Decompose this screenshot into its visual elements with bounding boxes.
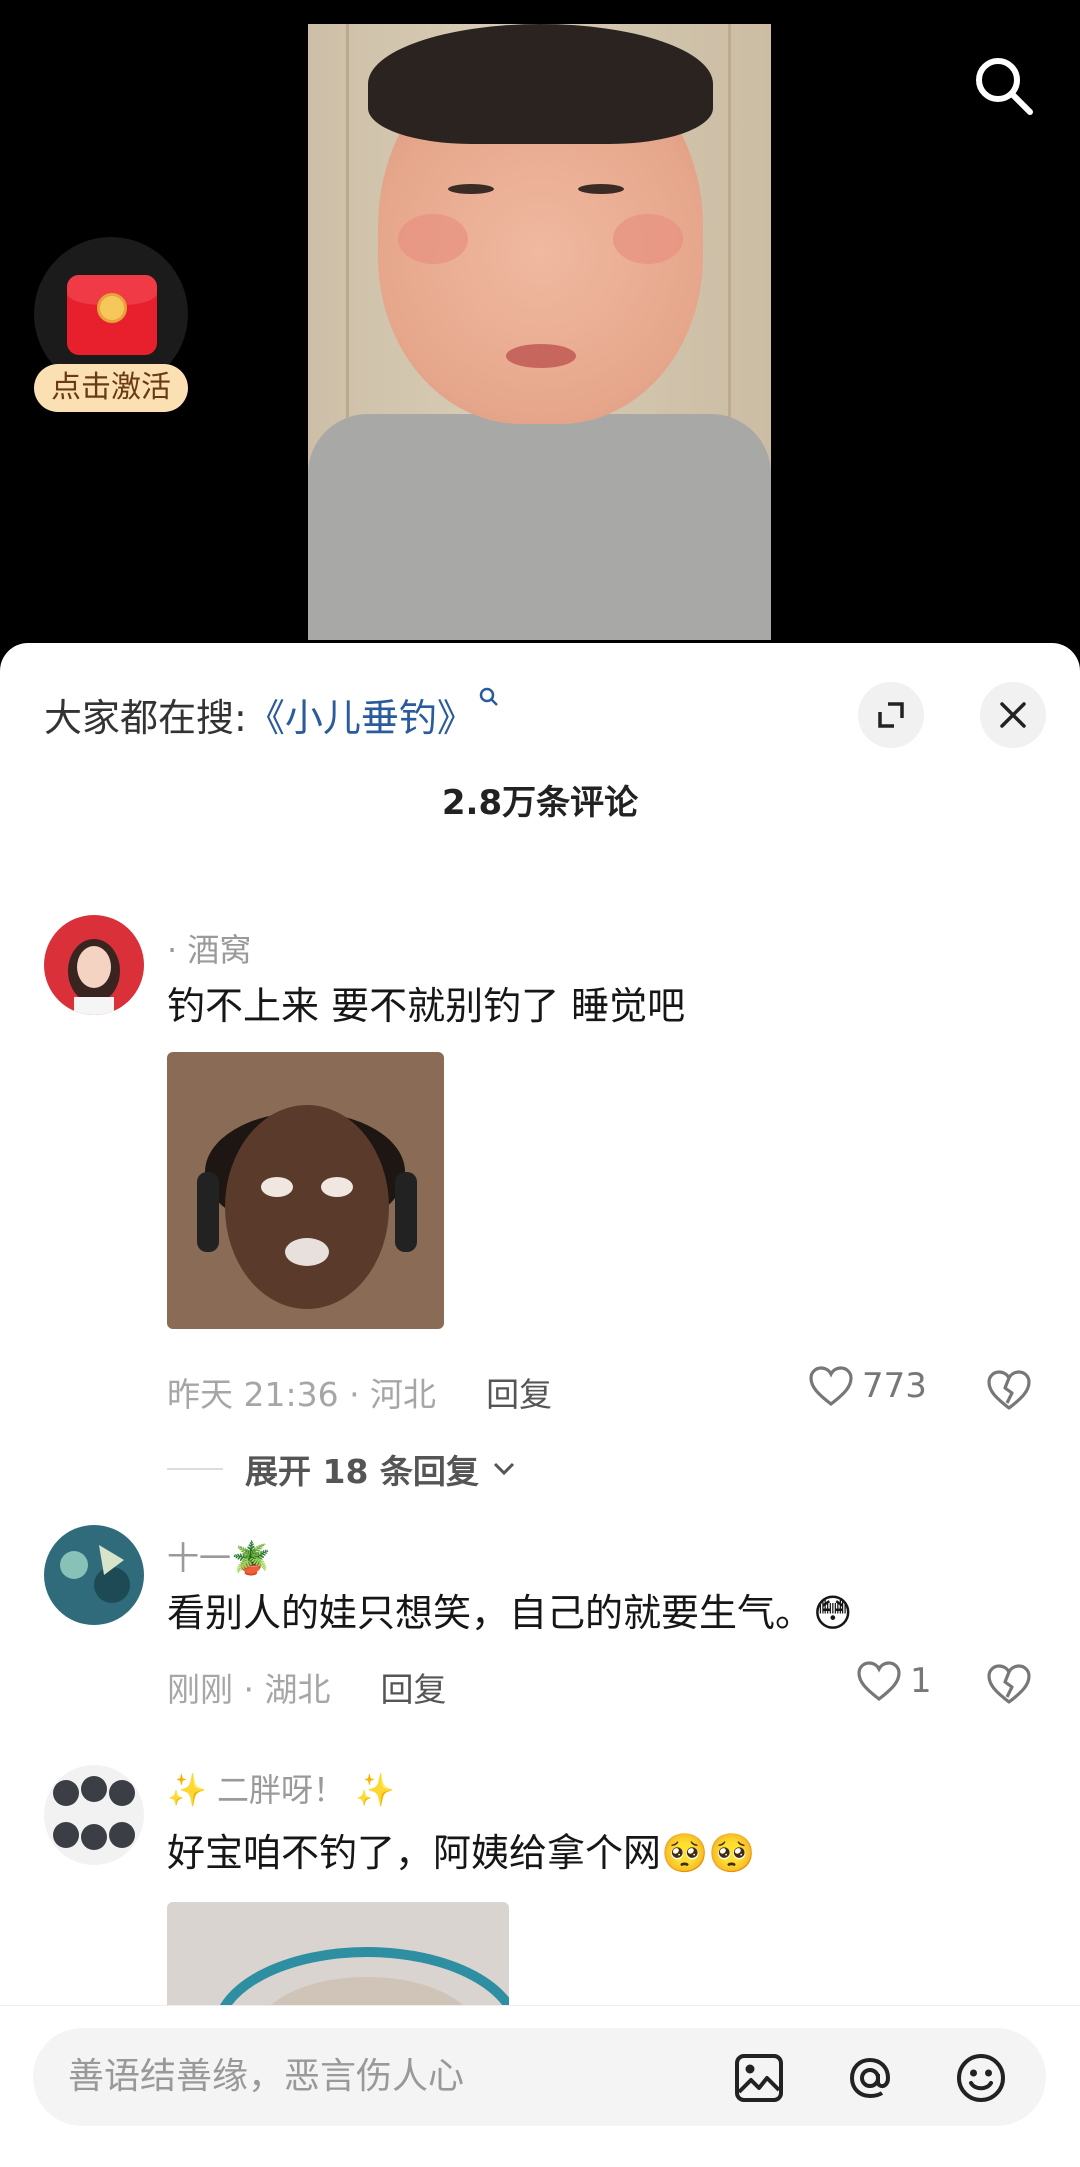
expand-icon[interactable] xyxy=(858,682,924,748)
avatar[interactable] xyxy=(44,1525,144,1625)
heart-icon xyxy=(857,1661,901,1702)
emoji-icon[interactable] xyxy=(955,2052,1007,2104)
comment-input-placeholder: 善语结善缘，恶言伤人心 xyxy=(68,2056,465,2097)
hot-search-keyword[interactable]: 《小儿垂钓》 xyxy=(247,696,475,740)
reply-button[interactable]: 回复 xyxy=(380,1670,446,1709)
comment-author[interactable]: 十一🪴 xyxy=(167,1533,271,1579)
broken-heart-icon[interactable] xyxy=(986,1661,1032,1707)
broken-heart-icon[interactable] xyxy=(986,1367,1032,1413)
heart-icon xyxy=(809,1366,853,1407)
hair xyxy=(368,24,713,144)
avatar[interactable] xyxy=(44,1765,144,1865)
comment-text: 钓不上来 要不就别钓了 睡觉吧 xyxy=(167,984,686,1028)
like-count: 773 xyxy=(862,1366,927,1406)
activate-label[interactable]: 点击激活 xyxy=(34,364,188,412)
comment-text: 好宝咱不钓了，阿姨给拿个网🥺🥺 xyxy=(167,1831,756,1875)
comment-author[interactable]: ✨ 二胖呀！ ✨ xyxy=(167,1765,395,1811)
reply-button[interactable]: 回复 xyxy=(486,1375,552,1414)
like-count: 1 xyxy=(910,1661,932,1701)
avatar[interactable] xyxy=(44,915,144,1015)
hot-search-prefix: 大家都在搜: xyxy=(44,696,247,740)
comment-image[interactable] xyxy=(167,1052,444,1329)
expand-replies-label: 展开 18 条回复 xyxy=(245,1452,479,1491)
video-frame xyxy=(308,24,771,640)
comment-sheet: 大家都在搜:《小儿垂钓》 2.8万条评论 · 酒窝 钓不上来 要不就别钓了 睡觉… xyxy=(0,643,1080,2166)
sheet-header: 大家都在搜:《小儿垂钓》 2.8万条评论 xyxy=(0,643,1080,833)
comment-count: 2.8万条评论 xyxy=(441,783,639,823)
comment-input[interactable]: 善语结善缘，恶言伤人心 xyxy=(33,2028,1046,2126)
comment-meta: 昨天 21:36 · 河北 回复 xyxy=(167,1368,552,1416)
like-button[interactable]: 773 xyxy=(808,1365,927,1407)
chevron-down-icon xyxy=(493,1462,514,1476)
comment-time-location: 刚刚 · 湖北 xyxy=(167,1670,331,1709)
at-icon[interactable] xyxy=(844,2052,896,2104)
comment-text: 看别人的娃只想笑，自己的就要生气。😳 xyxy=(167,1591,853,1635)
search-icon[interactable] xyxy=(970,52,1036,118)
comment-author[interactable]: · 酒窝 xyxy=(167,925,251,971)
image-icon[interactable] xyxy=(733,2052,785,2104)
comment-input-bar: 善语结善缘，恶言伤人心 xyxy=(0,2005,1080,2167)
comment-meta: 刚刚 · 湖北 回复 xyxy=(167,1663,446,1711)
expand-replies[interactable]: 展开 18 条回复 xyxy=(167,1445,515,1493)
shirt xyxy=(308,414,771,640)
search-small-icon xyxy=(479,687,498,706)
like-button[interactable]: 1 xyxy=(856,1660,932,1702)
comment-time-location: 昨天 21:36 · 河北 xyxy=(167,1375,437,1414)
hot-search[interactable]: 大家都在搜:《小儿垂钓》 xyxy=(44,687,499,742)
close-icon[interactable] xyxy=(980,682,1046,748)
